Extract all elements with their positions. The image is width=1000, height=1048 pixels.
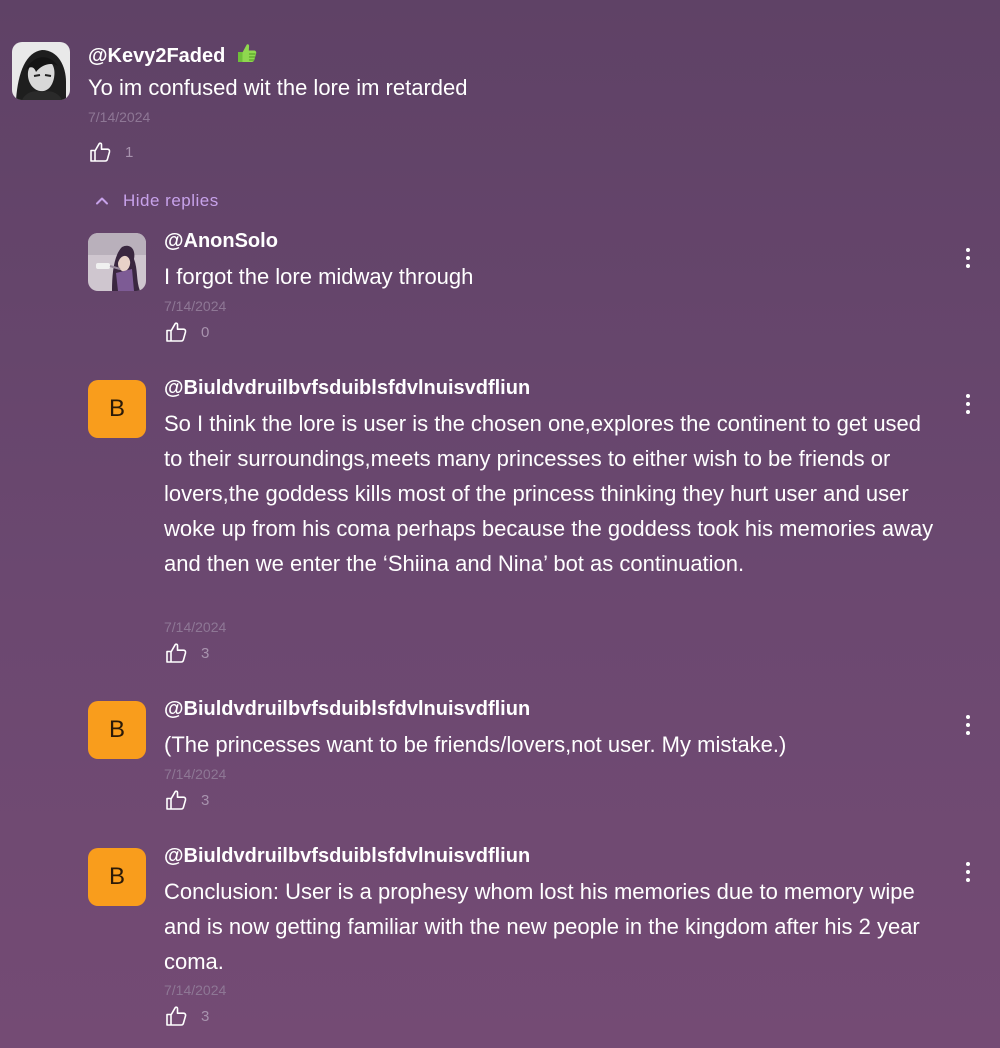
avatar[interactable]: [12, 42, 70, 100]
anime-avatar-icon: [12, 42, 70, 100]
reply-text: I forgot the lore midway through: [164, 264, 474, 289]
comment-username[interactable]: @Kevy2Faded: [88, 41, 259, 71]
hide-replies-button[interactable]: Hide replies: [95, 191, 219, 211]
like-count: 3: [201, 1007, 210, 1025]
like-count: 1: [125, 143, 134, 161]
reply-username[interactable]: @Biuldvdruilbvfsduiblsfdvlnuisvdfliun: [164, 845, 530, 868]
hide-replies-label: Hide replies: [123, 191, 219, 210]
more-options-icon[interactable]: [958, 392, 978, 416]
thumbs-up-icon: [164, 641, 188, 665]
thumbs-up-icon: [164, 1004, 188, 1028]
like-button[interactable]: 3: [164, 641, 209, 665]
like-count: 3: [201, 644, 210, 662]
reply-date: 7/14/2024: [164, 619, 227, 635]
avatar[interactable]: B: [88, 380, 146, 438]
reply-text: So I think the lore is user is the chose…: [164, 411, 934, 576]
reply-date: 7/14/2024: [164, 982, 227, 998]
thumbs-up-icon: [164, 788, 188, 812]
comment-text: Yo im confused wit the lore im retarded: [88, 75, 468, 100]
reply-username[interactable]: @Biuldvdruilbvfsduiblsfdvlnuisvdfliun: [164, 377, 530, 400]
like-button[interactable]: 3: [164, 1004, 209, 1028]
reply-text: (The princesses want to be friends/lover…: [164, 732, 787, 757]
reply-username[interactable]: @Biuldvdruilbvfsduiblsfdvlnuisvdfliun: [164, 698, 530, 721]
more-options-icon[interactable]: [958, 860, 978, 884]
more-options-icon[interactable]: [958, 246, 978, 270]
more-options-icon[interactable]: [958, 713, 978, 737]
avatar[interactable]: B: [88, 701, 146, 759]
like-count: 0: [201, 323, 210, 341]
like-button[interactable]: 1: [88, 140, 133, 164]
thumbs-up-icon: [164, 320, 188, 344]
comment-date: 7/14/2024: [88, 109, 151, 125]
photo-avatar-icon: [88, 233, 146, 291]
username-text: @Kevy2Faded: [88, 45, 226, 67]
chevron-up-icon: [96, 197, 108, 205]
like-count: 3: [201, 791, 210, 809]
avatar[interactable]: B: [88, 848, 146, 906]
thumbs-up-emoji-icon: [235, 41, 259, 71]
reply-text: Conclusion: User is a prophesy whom lost…: [164, 879, 920, 974]
like-button[interactable]: 0: [164, 320, 209, 344]
thumbs-up-icon: [88, 140, 112, 164]
reply-date: 7/14/2024: [164, 766, 227, 782]
reply-date: 7/14/2024: [164, 298, 227, 314]
like-button[interactable]: 3: [164, 788, 209, 812]
avatar[interactable]: [88, 233, 146, 291]
reply-username[interactable]: @AnonSolo: [164, 230, 278, 253]
